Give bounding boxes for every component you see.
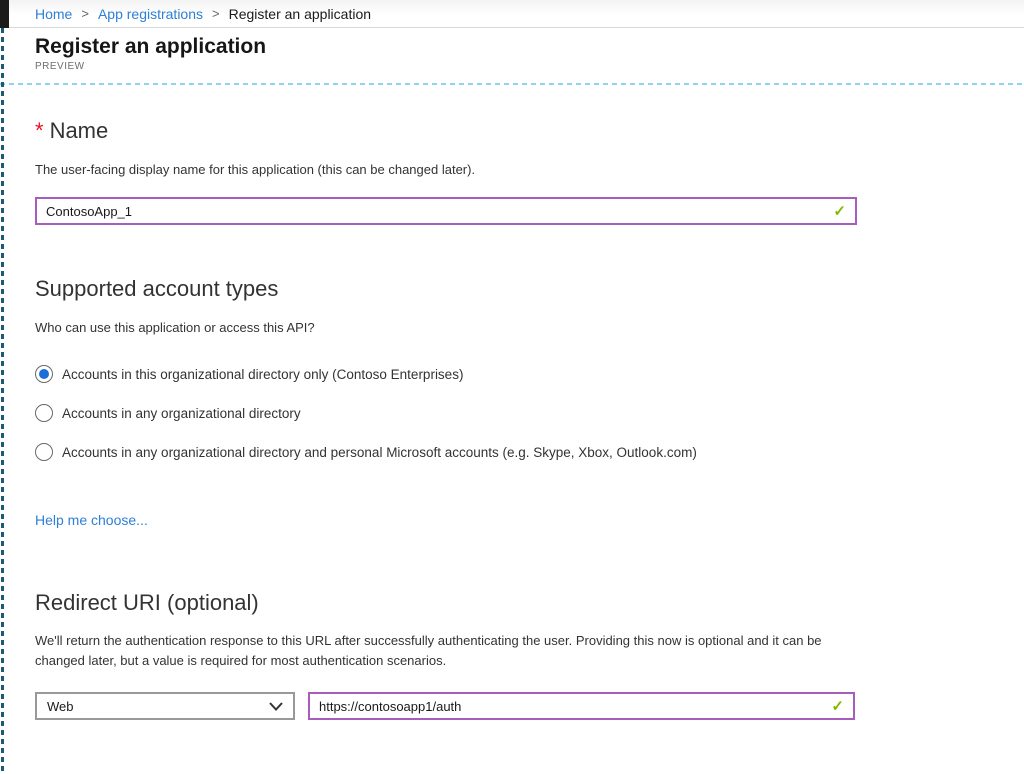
redirect-uri-description: We'll return the authentication response… xyxy=(35,631,850,671)
radio-option-label[interactable]: Accounts in any organizational directory… xyxy=(62,445,697,460)
radio-option-this-directory-only[interactable]: Accounts in this organizational director… xyxy=(35,365,989,383)
breadcrumb-current-page: Register an application xyxy=(229,6,371,22)
account-types-radio-group: Accounts in this organizational director… xyxy=(35,365,989,461)
blade-content: *Name The user-facing display name for t… xyxy=(0,118,1024,720)
name-section-heading: *Name xyxy=(35,118,989,144)
breadcrumb-separator-icon: > xyxy=(212,6,220,21)
page-title: Register an application xyxy=(35,35,1024,59)
breadcrumb-separator-icon: > xyxy=(81,6,89,21)
redirect-uri-heading: Redirect URI (optional) xyxy=(35,590,989,616)
help-me-choose-link[interactable]: Help me choose... xyxy=(35,512,148,528)
redirect-uri-value[interactable]: https://contosoapp1/auth xyxy=(319,699,831,714)
radio-button-icon[interactable] xyxy=(35,404,53,422)
blade-left-dashed-border xyxy=(1,28,4,774)
portal-nav-edge xyxy=(0,0,9,28)
breadcrumb: Home > App registrations > Register an a… xyxy=(0,0,1024,28)
radio-option-any-directory-and-personal[interactable]: Accounts in any organizational directory… xyxy=(35,443,989,461)
redirect-uri-row: Web https://contosoapp1/auth ✓ xyxy=(35,692,989,720)
blade-top-dashed-divider xyxy=(0,83,1024,85)
radio-button-icon[interactable] xyxy=(35,365,53,383)
valid-checkmark-icon: ✓ xyxy=(831,697,844,715)
account-types-question: Who can use this application or access t… xyxy=(35,319,989,336)
radio-option-label[interactable]: Accounts in any organizational directory xyxy=(62,406,301,421)
radio-dot xyxy=(39,408,49,418)
app-name-input[interactable]: ContosoApp_1 ✓ xyxy=(35,197,857,225)
chevron-down-icon xyxy=(269,702,283,711)
account-types-heading: Supported account types xyxy=(35,276,989,302)
name-heading-label: Name xyxy=(50,118,109,143)
radio-button-icon[interactable] xyxy=(35,443,53,461)
radio-dot xyxy=(39,369,49,379)
redirect-uri-input[interactable]: https://contosoapp1/auth ✓ xyxy=(308,692,855,720)
required-asterisk: * xyxy=(35,118,44,143)
radio-option-any-directory[interactable]: Accounts in any organizational directory xyxy=(35,404,989,422)
valid-checkmark-icon: ✓ xyxy=(833,202,846,220)
breadcrumb-home-link[interactable]: Home xyxy=(35,6,72,22)
preview-badge: PREVIEW xyxy=(35,61,1024,72)
breadcrumb-app-registrations-link[interactable]: App registrations xyxy=(98,6,203,22)
radio-dot xyxy=(39,447,49,457)
app-name-value[interactable]: ContosoApp_1 xyxy=(46,204,833,219)
platform-type-value[interactable]: Web xyxy=(47,699,269,714)
radio-option-label[interactable]: Accounts in this organizational director… xyxy=(62,367,463,382)
name-section-description: The user-facing display name for this ap… xyxy=(35,161,989,178)
blade-header: Register an application PREVIEW xyxy=(0,28,1024,83)
platform-type-select[interactable]: Web xyxy=(35,692,295,720)
